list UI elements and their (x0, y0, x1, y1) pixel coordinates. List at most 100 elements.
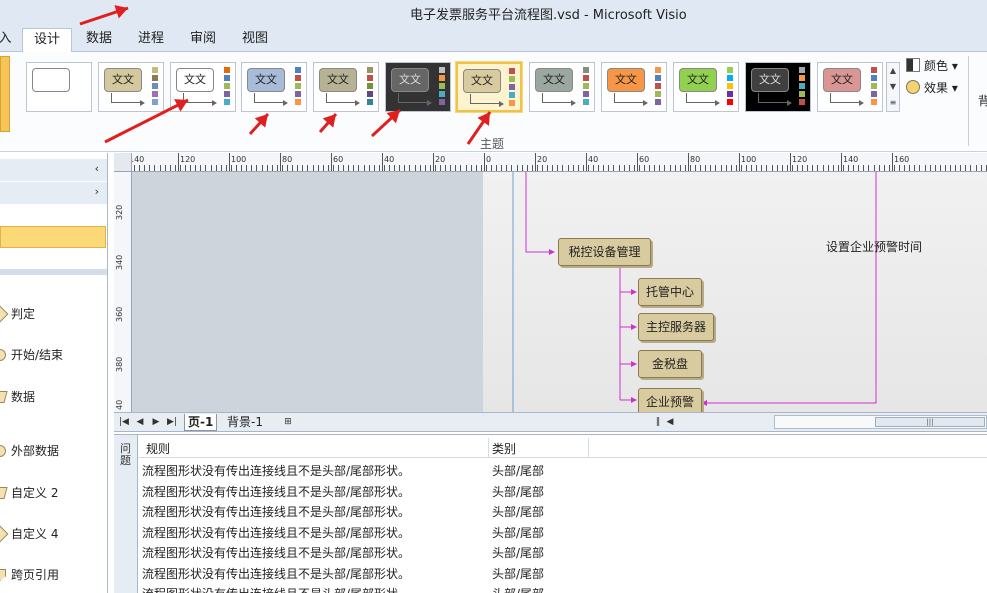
theme-thumbnail-12[interactable]: 文文 (817, 62, 883, 112)
ruler-minor-tick (195, 165, 197, 171)
ruler-minor-tick (761, 165, 763, 171)
ruler-minor-tick (593, 165, 594, 171)
ruler-label: 20 (537, 155, 548, 164)
ruler-minor-tick (220, 165, 222, 171)
tab-view[interactable]: 视图 (232, 28, 278, 52)
theme-thumbnail-10[interactable]: 文文 (673, 62, 739, 112)
page-tab-background-1[interactable]: 背景-1 (224, 414, 266, 431)
ruler-minor-tick (802, 165, 804, 171)
selected-stencil[interactable] (0, 226, 106, 248)
issues-side-tab[interactable]: 问题 (114, 435, 138, 593)
tab-design[interactable]: 设计 (22, 28, 72, 52)
issue-row[interactable]: 流程图形状没有传出连接线且不是头部/尾部形状。 头部/尾部 (138, 582, 987, 593)
ruler-minor-tick (735, 165, 737, 171)
ruler-minor-tick (786, 165, 788, 171)
column-header-category[interactable]: 类别 (492, 440, 516, 457)
column-divider[interactable] (588, 438, 589, 458)
issue-rule: 流程图形状没有传出连接线且不是头部/尾部形状。 (142, 505, 411, 519)
shape-off-page-reference[interactable]: 跨页引用 (0, 563, 107, 587)
issue-row[interactable]: 流程图形状没有传出连接线且不是头部/尾部形状。 头部/尾部 (138, 459, 987, 480)
theme-connector-icon (830, 93, 864, 106)
horizontal-ruler: 140 120 100 80 60 40 20 0 20 40 60 80 100 120 140 160 (114, 153, 987, 172)
shape-external-data[interactable]: 外部数据 (0, 439, 107, 463)
theme-sample-text: 文文 (751, 68, 789, 92)
shape-data[interactable]: 数据 (0, 385, 107, 409)
drawing-page[interactable]: 税控设备管理 托管中心 主控服务器 金税盘 企业预警 设置企业预警时间 (483, 172, 987, 412)
tab-review[interactable]: 审阅 (180, 28, 226, 52)
first-page-button[interactable]: |◀ (118, 415, 130, 429)
ruler-minor-tick (644, 165, 645, 171)
last-page-button[interactable]: ▶| (166, 415, 178, 429)
drawing-canvas[interactable]: 税控设备管理 托管中心 主控服务器 金税盘 企业预警 设置企业预警时间 (132, 172, 987, 412)
ruler-minor-tick (664, 165, 666, 171)
theme-thumbnail-9[interactable]: 文文 (601, 62, 667, 112)
ruler-minor-tick (389, 165, 390, 171)
theme-sample-text: 文文 (823, 68, 861, 92)
node-enterprise-warning[interactable]: 企业预警 (638, 388, 702, 412)
theme-thumbnail-6[interactable]: 文文 (385, 62, 451, 112)
background-button-partial[interactable]: 背 (978, 92, 987, 109)
shape-decision[interactable]: 判定 (0, 302, 107, 326)
shapes-pane-header[interactable]: ‹ (0, 159, 107, 181)
theme-thumbnail-4[interactable]: 文文 (241, 62, 307, 112)
ruler-minor-tick (251, 165, 253, 171)
theme-thumbnail-2[interactable]: 文文 (98, 62, 164, 112)
column-divider[interactable] (488, 438, 489, 458)
ruler-minor-tick (485, 165, 487, 171)
page-tab-1[interactable]: 页-1 (184, 414, 218, 431)
shape-custom-2[interactable]: 自定义 2 (0, 481, 107, 505)
column-header-rule[interactable]: 规则 (146, 440, 170, 457)
issue-row[interactable]: 流程图形状没有传出连接线且不是头部/尾部形状。 头部/尾部 (138, 541, 987, 562)
shape-custom-4[interactable]: 自定义 4 (0, 522, 107, 546)
shape-start-end[interactable]: 开始/结束 (0, 343, 107, 367)
theme-thumbnail-11[interactable]: 文文 (745, 62, 811, 112)
connector-to-tax-device[interactable] (525, 172, 555, 255)
node-hosting-center[interactable]: 托管中心 (638, 278, 702, 306)
colors-button[interactable]: 颜色 ▾ (906, 57, 958, 74)
theme-thumbnail-7[interactable]: 文文 (456, 62, 522, 112)
splitter-handle[interactable]: ‖ (654, 415, 662, 429)
ruler-minor-tick (766, 165, 768, 171)
next-page-button[interactable]: ▶ (150, 415, 162, 429)
effects-button[interactable]: 效果 ▾ (906, 79, 958, 96)
more-shapes-header[interactable]: › (0, 182, 107, 204)
ruler-minor-tick (944, 165, 946, 171)
theme-thumbnail-5[interactable]: 文文 (313, 62, 379, 112)
issue-row[interactable]: 流程图形状没有传出连接线且不是头部/尾部形状。 头部/尾部 (138, 500, 987, 521)
issue-row[interactable]: 流程图形状没有传出连接线且不是头部/尾部形状。 头部/尾部 (138, 480, 987, 501)
insert-page-icon[interactable]: ⊞ (280, 415, 296, 429)
ruler-tick (535, 153, 536, 171)
theme-thumbnail-1[interactable] (26, 62, 92, 112)
ruler-minor-tick (817, 165, 819, 171)
horizontal-scrollbar[interactable]: ||| (774, 415, 987, 429)
ruler-minor-tick (460, 165, 462, 171)
issue-category: 头部/尾部 (492, 546, 545, 560)
issue-row[interactable]: 流程图形状没有传出连接线且不是头部/尾部形状。 头部/尾部 (138, 562, 987, 583)
tab-process[interactable]: 进程 (128, 28, 174, 52)
tab-data[interactable]: 数据 (76, 28, 122, 52)
ruler-minor-tick (287, 165, 288, 171)
ruler-minor-tick (950, 165, 951, 171)
node-tax-device-mgmt[interactable]: 税控设备管理 (558, 238, 651, 266)
issue-row[interactable]: 流程图形状没有传出连接线且不是头部/尾部形状。 头部/尾部 (138, 521, 987, 542)
tab-insert-partial[interactable]: 入 (0, 28, 16, 52)
prev-page-button[interactable]: ◀ (134, 415, 146, 429)
ruler-minor-tick (695, 165, 696, 171)
page-setup-button-partial[interactable] (0, 56, 10, 132)
ruler-minor-tick (552, 165, 554, 171)
ruler-minor-tick (883, 165, 885, 171)
scroll-left-icon[interactable]: ◀ (664, 415, 676, 429)
node-golden-tax-disk[interactable]: 金税盘 (638, 350, 702, 378)
theme-gallery-scroll[interactable]: ▲ ▼ ≡ (886, 62, 900, 112)
collapse-chevron-icon[interactable]: ‹ (95, 162, 99, 175)
ruler-minor-tick (429, 165, 431, 171)
theme-thumbnail-8[interactable]: 文文 (529, 62, 595, 112)
ruler-minor-tick (822, 165, 824, 171)
connector-warning-time[interactable] (701, 172, 877, 406)
node-main-server[interactable]: 主控服务器 (638, 313, 714, 341)
expand-chevron-icon[interactable]: › (95, 185, 99, 198)
ruler-corner (114, 153, 132, 172)
theme-thumbnail-3[interactable]: 文文 (170, 62, 236, 112)
horizontal-scroll-thumb[interactable]: ||| (875, 417, 985, 427)
warning-time-text[interactable]: 设置企业预警时间 (826, 238, 922, 255)
